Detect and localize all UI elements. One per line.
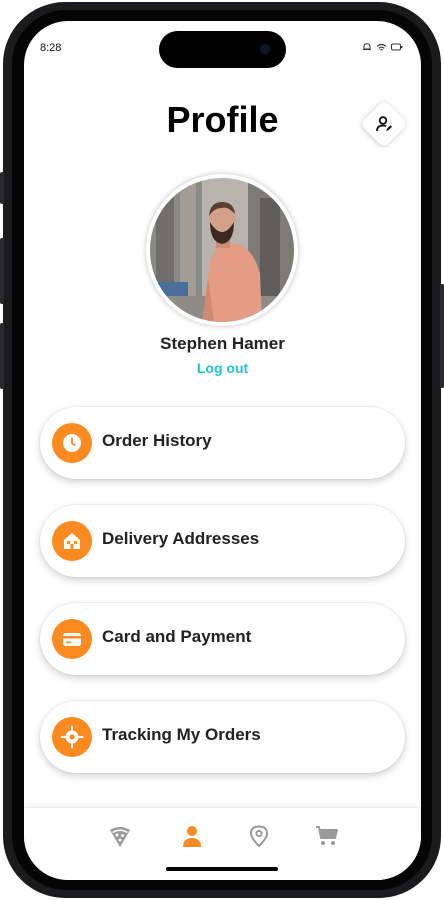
status-icons [362,42,403,52]
menu-item-label: Card and Payment [102,627,252,646]
tab-menu[interactable] [106,822,134,850]
credit-card-icon [52,619,92,659]
menu-item-label: Tracking My Orders [102,725,261,744]
app-screen: 8:28 Profile Stephen Hamer Log out Order… [24,21,421,880]
menu-item-label: Delivery Addresses [102,529,260,548]
cart-icon [316,826,338,845]
volume-down-button [0,323,4,389]
wifi-icon [376,43,387,50]
power-button [440,284,444,388]
volume-up-button [0,238,4,304]
user-edit-icon [376,116,392,132]
action-button [0,172,4,204]
location-target-icon [52,717,92,757]
tab-cart[interactable] [313,822,341,850]
clock-icon [52,423,92,463]
avatar[interactable] [150,178,294,322]
user-icon [183,826,201,847]
page-title: Profile [166,99,279,140]
menu-item-tracking-my-orders[interactable]: Tracking My Orders [40,701,405,773]
house-icon [52,521,92,561]
bell-icon [363,43,371,50]
pizza-icon [110,827,130,847]
edit-profile-button[interactable] [359,99,409,149]
status-time: 8:28 [40,42,62,54]
dynamic-island [159,31,286,68]
logout-link[interactable]: Log out [24,360,421,376]
tab-locations[interactable] [245,822,273,850]
avatar-frame [146,174,298,326]
menu-item-order-history[interactable]: Order History [40,407,405,479]
map-pin-icon [249,825,269,848]
menu-item-label: Order History [102,431,212,450]
user-name: Stephen Hamer [160,334,285,353]
profile-photo [150,178,294,322]
camera-lens [260,44,270,54]
menu-item-card-and-payment[interactable]: Card and Payment [40,603,405,675]
tab-profile[interactable] [178,822,206,850]
battery-icon [391,43,403,51]
home-indicator[interactable] [166,867,278,871]
menu-item-delivery-addresses[interactable]: Delivery Addresses [40,505,405,577]
